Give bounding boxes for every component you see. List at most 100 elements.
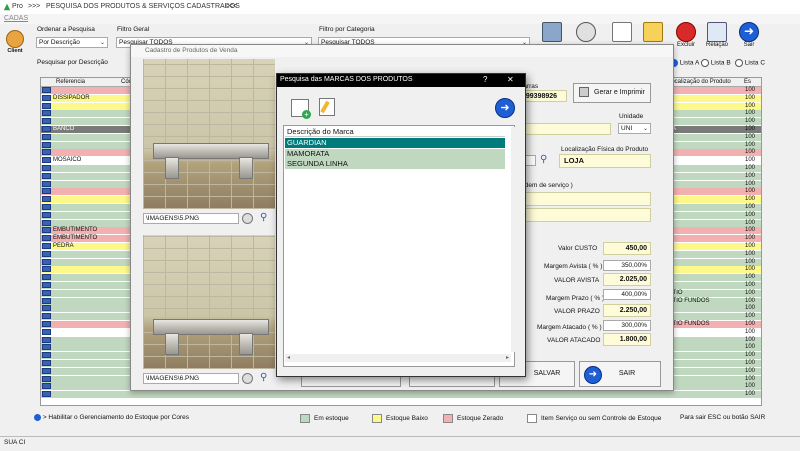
valor-atacado-field[interactable]: 1.800,00: [603, 333, 651, 346]
camera-icon[interactable]: [242, 373, 253, 384]
row-handle-icon[interactable]: [42, 133, 51, 140]
estoque-cell: 100: [745, 165, 756, 171]
row-handle-icon[interactable]: [42, 344, 51, 351]
marca-list-item[interactable]: MAMORATA: [285, 148, 505, 159]
row-handle-icon[interactable]: [42, 367, 51, 374]
close-icon[interactable]: ✕: [507, 75, 514, 84]
col-referencia[interactable]: Referencia: [56, 79, 85, 85]
app-icon: [3, 3, 11, 11]
row-handle-icon[interactable]: [42, 196, 51, 203]
row-handle-icon[interactable]: [42, 102, 51, 109]
row-handle-icon[interactable]: [42, 258, 51, 265]
row-handle-icon[interactable]: [42, 383, 51, 390]
observacao-field-2[interactable]: [519, 208, 651, 222]
observacao-field-1[interactable]: [519, 192, 651, 206]
row-handle-icon[interactable]: [42, 289, 51, 296]
scroll-right-icon[interactable]: ▸: [506, 354, 509, 361]
row-handle-icon[interactable]: [42, 141, 51, 148]
search-icon[interactable]: ⚲: [260, 372, 267, 383]
valor-custo-field[interactable]: 450,00: [603, 242, 651, 255]
search-icon[interactable]: ⚲: [260, 212, 267, 223]
gerar-imprimir-button[interactable]: Gerar e Imprimir: [573, 83, 651, 103]
col-localizacao[interactable]: Localização do Produto: [668, 79, 731, 85]
valor-prazo-field[interactable]: 2.250,00: [603, 304, 651, 317]
descricao-tail-field[interactable]: [519, 123, 611, 135]
row-handle-icon[interactable]: [42, 172, 51, 179]
estoque-cell: 100: [745, 172, 756, 179]
row-handle-icon[interactable]: [42, 266, 51, 273]
pencil-icon: [320, 100, 330, 114]
unidade-select[interactable]: UNI ⌄: [618, 123, 651, 134]
client-button[interactable]: Client: [4, 30, 26, 60]
row-handle-icon[interactable]: [42, 274, 51, 281]
codigo-barras-field[interactable]: 199398926: [519, 90, 567, 102]
edit-marca-button[interactable]: [319, 98, 335, 116]
row-handle-icon[interactable]: [42, 188, 51, 195]
row-handle-icon[interactable]: [42, 250, 51, 257]
marca-list-item[interactable]: SEGUNDA LINHA: [285, 159, 505, 169]
margem-prazo-field[interactable]: 400,00%: [603, 289, 651, 300]
excluir-button[interactable]: Excluir: [674, 22, 698, 52]
row-handle-icon[interactable]: [42, 110, 51, 117]
row-handle-icon[interactable]: [42, 282, 51, 288]
camera-icon[interactable]: [242, 213, 253, 224]
ordenar-value: Por Descrição: [39, 39, 80, 46]
row-handle-icon[interactable]: [42, 328, 51, 335]
row-handle-icon[interactable]: [42, 336, 51, 343]
margem-avista-field[interactable]: 350,00%: [603, 260, 651, 271]
scroll-left-icon[interactable]: ◂: [287, 354, 290, 361]
row-handle-icon[interactable]: [42, 391, 51, 398]
row-handle-icon[interactable]: [42, 118, 51, 125]
row-handle-icon[interactable]: [42, 211, 51, 218]
sair-button[interactable]: ➜ SAIR: [579, 361, 661, 387]
row-handle-icon[interactable]: [42, 126, 51, 132]
estoque-cell: 100: [745, 110, 756, 117]
row-handle-icon[interactable]: [42, 180, 51, 187]
row-handle-icon[interactable]: [42, 204, 51, 210]
ordenar-select[interactable]: Por Descrição ⌄: [36, 37, 108, 48]
table-row[interactable]: 100: [41, 391, 761, 399]
row-handle-icon[interactable]: [42, 94, 51, 101]
row-handle-icon[interactable]: [42, 243, 51, 249]
relacao-button[interactable]: Relação: [705, 22, 729, 52]
row-handle-icon[interactable]: [42, 149, 51, 156]
menu-cadastro[interactable]: CADAS: [4, 15, 28, 22]
estoque-cell: 100: [745, 336, 756, 343]
row-handle-icon[interactable]: [42, 305, 51, 312]
lista-c-radio[interactable]: Lista C: [735, 59, 765, 67]
marca-list-item[interactable]: GUARDIAN: [285, 138, 505, 148]
estoque-cell: 100: [745, 196, 756, 203]
help-icon[interactable]: ?: [483, 75, 487, 84]
col-es[interactable]: Es: [744, 79, 751, 85]
lista-b-radio[interactable]: Lista B: [701, 59, 731, 67]
vertical-scrollbar[interactable]: [511, 127, 519, 352]
localizacao-field[interactable]: LOJA: [559, 154, 651, 168]
lista-a-radio[interactable]: Lista A: [670, 59, 699, 67]
marcas-list[interactable]: Descrição do Marca GUARDIAN MAMORATA SEGUN…: [283, 125, 519, 367]
row-handle-icon[interactable]: [42, 352, 51, 359]
row-handle-icon[interactable]: [42, 360, 51, 366]
referencia-cell: DISSIPADOR: [53, 94, 90, 101]
sair-top-button[interactable]: ➜ Sair: [737, 22, 761, 52]
search-icon[interactable]: ⚲: [540, 154, 547, 165]
valor-avista-field[interactable]: 2.025,00: [603, 273, 651, 286]
add-marca-button[interactable]: +: [291, 99, 311, 119]
row-handle-icon[interactable]: [42, 297, 51, 304]
horizontal-scrollbar[interactable]: ◂ ▸: [285, 354, 511, 362]
margem-atacado-field[interactable]: 300,00%: [603, 320, 651, 331]
row-handle-icon[interactable]: [42, 219, 51, 226]
row-handle-icon[interactable]: [42, 165, 51, 171]
row-handle-icon[interactable]: [42, 157, 51, 164]
marcas-exit-button[interactable]: ➜: [495, 98, 515, 118]
image1-path-field[interactable]: \IMAGENS\5.PNG: [143, 213, 239, 224]
client-icon: [6, 30, 24, 48]
habilitar-cores-toggle[interactable]: > Habilitar o Gerenciamento do Estoque p…: [34, 414, 189, 421]
row-handle-icon[interactable]: [42, 235, 51, 242]
image2-path-field[interactable]: \IMAGENS\6.PNG: [143, 373, 239, 384]
row-handle-icon[interactable]: [42, 375, 51, 382]
row-handle-icon[interactable]: [42, 87, 51, 93]
row-handle-icon[interactable]: [42, 227, 51, 234]
estoque-cell: 100: [745, 227, 756, 234]
row-handle-icon[interactable]: [42, 321, 51, 327]
row-handle-icon[interactable]: [42, 313, 51, 320]
